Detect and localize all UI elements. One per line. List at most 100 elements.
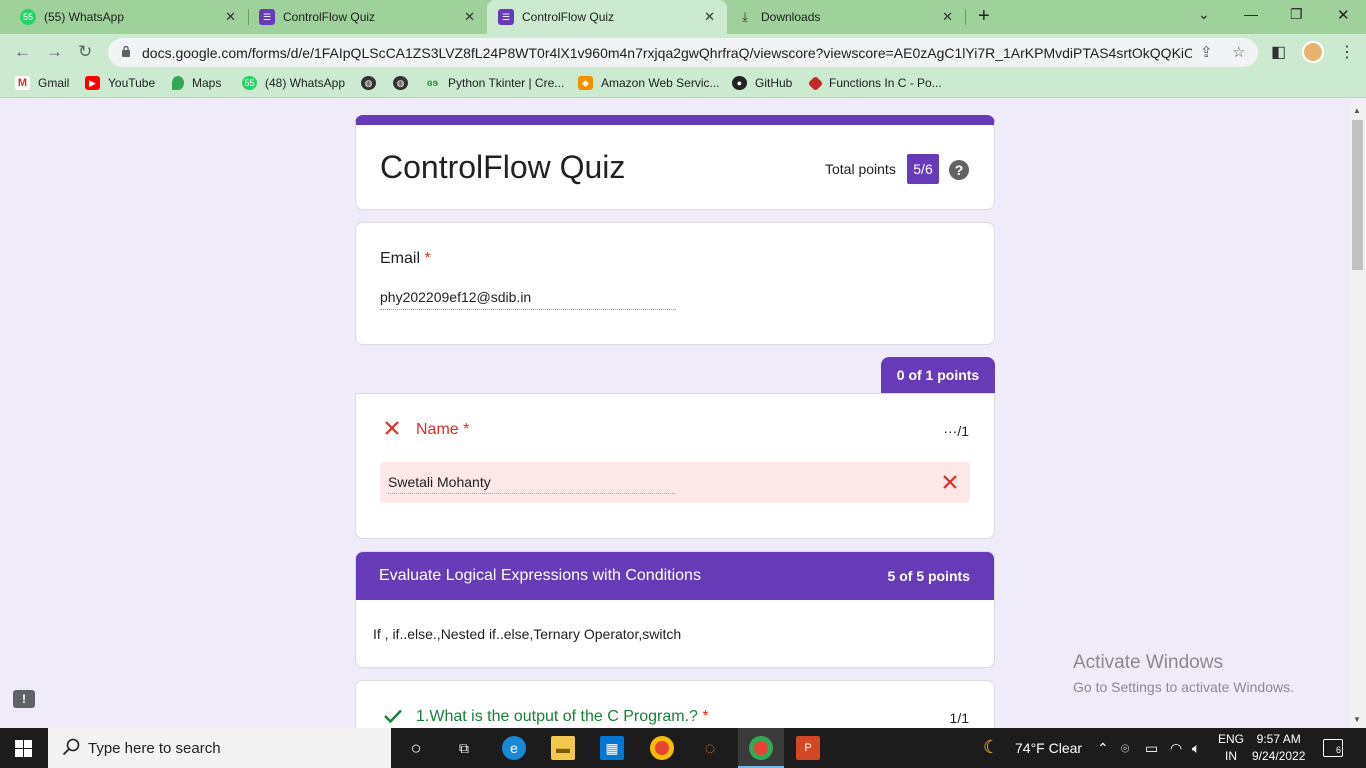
close-icon[interactable]: ✕ [942, 9, 953, 25]
globe-icon: ◍ [361, 76, 376, 90]
tray-chevron-icon[interactable]: ⌃ [1097, 740, 1109, 757]
question-label-text: 1.What is the output of the C Program.? [416, 708, 698, 725]
reload-button[interactable]: ↻ [78, 42, 92, 62]
powerpoint-icon[interactable]: P [796, 736, 820, 760]
incorrect-icon [385, 421, 399, 435]
bookmark-whatsapp[interactable]: 55 (48) WhatsApp [242, 76, 345, 90]
address-bar[interactable]: docs.google.com/forms/d/e/1FAIpQLScCA1ZS… [108, 38, 1258, 67]
close-icon[interactable]: ✕ [704, 9, 715, 25]
weather-text[interactable]: 74°F Clear [1015, 740, 1082, 756]
tab-downloads[interactable]: ⤓ Downloads ✕ [727, 0, 965, 34]
tab-strip: 55 (55) WhatsApp ✕ ☰ ControlFlow Quiz ✕ … [0, 0, 1366, 34]
taskbar-search-box[interactable]: Type here to search [48, 728, 391, 768]
volume-icon[interactable]: 🔈︎ [1192, 740, 1200, 757]
restore-button[interactable]: ❐ [1290, 6, 1303, 23]
forward-button[interactable]: → [46, 42, 63, 62]
close-window-button[interactable]: ✕ [1337, 6, 1350, 24]
minimize-button[interactable]: — [1244, 6, 1258, 22]
bookmark-gmail[interactable]: M Gmail [15, 76, 69, 90]
task-view-icon[interactable]: ⧉ [452, 736, 476, 760]
clock-date: 9/24/2022 [1252, 749, 1306, 763]
required-asterisk: * [463, 421, 470, 438]
whatsapp-icon: 55 [20, 9, 36, 25]
bookmark-label: Python Tkinter | Cre... [448, 76, 565, 90]
scrollbar-thumb[interactable] [1352, 120, 1363, 270]
chrome-profile-icon[interactable] [749, 736, 773, 760]
google-forms-icon: ☰ [259, 9, 275, 25]
activate-windows-watermark: Activate Windows Go to Settings to activ… [1073, 652, 1294, 695]
system-clock[interactable]: 9:57 AM 9/24/2022 [1252, 731, 1305, 765]
bookmark-github[interactable]: ● GitHub [732, 76, 792, 90]
bookmark-youtube[interactable]: ▶ YouTube [85, 76, 155, 90]
name-response-value: Swetali Mohanty [388, 474, 675, 494]
more-menu-icon[interactable]: ⋮ [1339, 42, 1355, 62]
required-asterisk: * [424, 250, 431, 267]
bookmark-globe-1[interactable]: ◍ [361, 76, 384, 90]
notification-center-icon[interactable]: 6 [1323, 739, 1343, 757]
store-icon[interactable]: ▦ [600, 736, 624, 760]
bookmark-label: YouTube [108, 76, 156, 90]
chrome-icon[interactable] [650, 736, 674, 760]
tab-whatsapp[interactable]: 55 (55) WhatsApp ✕ [0, 0, 248, 34]
tab-label: ControlFlow Quiz [522, 10, 615, 24]
bookmark-star-icon[interactable]: ☆ [1232, 43, 1245, 61]
name-points-tab: 0 of 1 points [881, 357, 995, 393]
bookmark-functions-in-c[interactable]: Functions In C - Po... [807, 75, 942, 91]
bookmarks-bar: M Gmail ▶ YouTube Maps 55 (48) WhatsApp … [0, 70, 1366, 98]
tab-controlflow-quiz-active[interactable]: ☰ ControlFlow Quiz ✕ [487, 0, 727, 34]
tab-controlflow-quiz[interactable]: ☰ ControlFlow Quiz ✕ [239, 0, 487, 34]
question-score: 1/1 [949, 710, 969, 726]
close-icon[interactable]: ✕ [464, 9, 475, 25]
profile-avatar[interactable] [1302, 41, 1324, 63]
page-scrollbar[interactable]: ▲ ▼ [1349, 103, 1366, 728]
browser-toolbar: ← → ↻ docs.google.com/forms/d/e/1FAIpQLS… [0, 34, 1366, 70]
close-icon[interactable]: ✕ [225, 9, 236, 25]
new-tab-button[interactable]: + [978, 5, 990, 28]
wifi-icon[interactable]: ◠ [1170, 740, 1182, 757]
bookmark-maps[interactable]: Maps [172, 76, 221, 90]
section-points: 5 of 5 points [887, 568, 970, 584]
section-card: Evaluate Logical Expressions with Condit… [355, 551, 995, 668]
bookmark-label: GitHub [755, 76, 793, 90]
name-label: Name * [416, 421, 469, 439]
tab-divider [965, 9, 966, 25]
battery-icon[interactable]: ▭ [1145, 740, 1158, 757]
tab-label: Downloads [761, 10, 821, 24]
meet-now-icon[interactable]: ⌾ [1121, 740, 1129, 757]
back-button[interactable]: ← [14, 42, 31, 62]
total-points-badge: 5/6 [907, 154, 939, 184]
email-label: Email * [380, 250, 431, 268]
feedback-icon[interactable]: ! [13, 690, 35, 708]
globe-icon: ◍ [393, 76, 408, 90]
side-panel-icon[interactable]: ◧ [1271, 42, 1286, 62]
cortana-icon[interactable]: ○ [404, 736, 428, 760]
jupyter-icon[interactable]: ◌ [698, 736, 722, 760]
total-points-label: Total points [825, 161, 896, 177]
language-indicator[interactable]: ENG IN [1218, 731, 1244, 765]
windows-start-icon[interactable] [15, 740, 32, 757]
geeksforgeeks-icon: ɞɘ [426, 77, 439, 89]
bookmark-label: (48) WhatsApp [265, 76, 346, 90]
download-icon: ⤓ [742, 9, 748, 24]
bookmark-python-tkinter[interactable]: ɞɘ Python Tkinter | Cre... [425, 76, 564, 90]
maps-icon [172, 76, 184, 90]
tab-search-chevron-icon[interactable]: ⌄ [1198, 6, 1210, 23]
youtube-icon: ▶ [85, 76, 100, 90]
help-icon[interactable]: ? [949, 160, 969, 180]
question-label: 1.What is the output of the C Program.? … [416, 708, 709, 726]
google-forms-icon: ☰ [498, 9, 514, 25]
file-explorer-icon[interactable]: ▬ [551, 736, 575, 760]
email-label-text: Email [380, 250, 421, 267]
scroll-down-arrow-icon[interactable]: ▼ [1353, 715, 1361, 724]
incorrect-icon [943, 475, 957, 489]
bookmark-aws[interactable]: ◆ Amazon Web Servic... [578, 76, 720, 90]
share-icon[interactable]: ⇪ [1200, 43, 1213, 61]
bookmark-label: Maps [192, 76, 222, 90]
scroll-up-arrow-icon[interactable]: ▲ [1353, 106, 1361, 115]
region-code: IN [1225, 749, 1237, 763]
name-question-card: Name * ···/1 Swetali Mohanty [355, 393, 995, 539]
edge-icon[interactable]: e [502, 736, 526, 760]
bookmark-globe-2[interactable]: ◍ [393, 76, 416, 90]
email-card: Email * phy202209ef12@sdib.in [355, 222, 995, 345]
gmail-icon: M [15, 76, 30, 90]
